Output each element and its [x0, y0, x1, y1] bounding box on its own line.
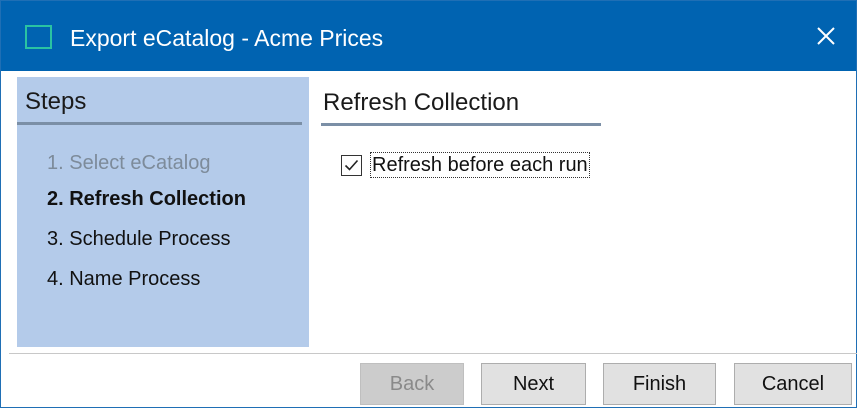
export-ecatalog-dialog: Export eCatalog - Acme Prices Steps 1. S…	[0, 0, 857, 408]
refresh-before-each-run-checkbox[interactable]	[341, 154, 362, 176]
checkmark-icon	[344, 159, 359, 171]
page-title: Refresh Collection	[323, 89, 520, 116]
steps-panel: Steps 1. Select eCatalog 2. Refresh Coll…	[17, 77, 309, 347]
steps-heading: Steps	[25, 88, 87, 115]
steps-divider	[17, 122, 302, 125]
close-icon	[817, 27, 835, 45]
step-refresh-collection[interactable]: 2. Refresh Collection	[47, 187, 246, 211]
page-title-divider	[321, 123, 601, 126]
next-button[interactable]: Next	[481, 363, 586, 405]
cancel-button[interactable]: Cancel	[734, 363, 852, 405]
window-title: Export eCatalog - Acme Prices	[70, 25, 384, 51]
finish-button[interactable]: Finish	[603, 363, 716, 405]
window-icon	[25, 25, 52, 49]
step-schedule-process[interactable]: 3. Schedule Process	[47, 227, 230, 251]
close-button[interactable]	[796, 1, 856, 71]
refresh-before-each-run-option[interactable]: Refresh before each run	[341, 152, 590, 178]
step-select-ecatalog[interactable]: 1. Select eCatalog	[47, 151, 210, 175]
refresh-before-each-run-label[interactable]: Refresh before each run	[370, 152, 590, 178]
title-bar: Export eCatalog - Acme Prices	[1, 1, 856, 71]
step-name-process[interactable]: 4. Name Process	[47, 267, 200, 291]
back-button[interactable]: Back	[360, 363, 464, 405]
footer-divider	[9, 353, 857, 354]
